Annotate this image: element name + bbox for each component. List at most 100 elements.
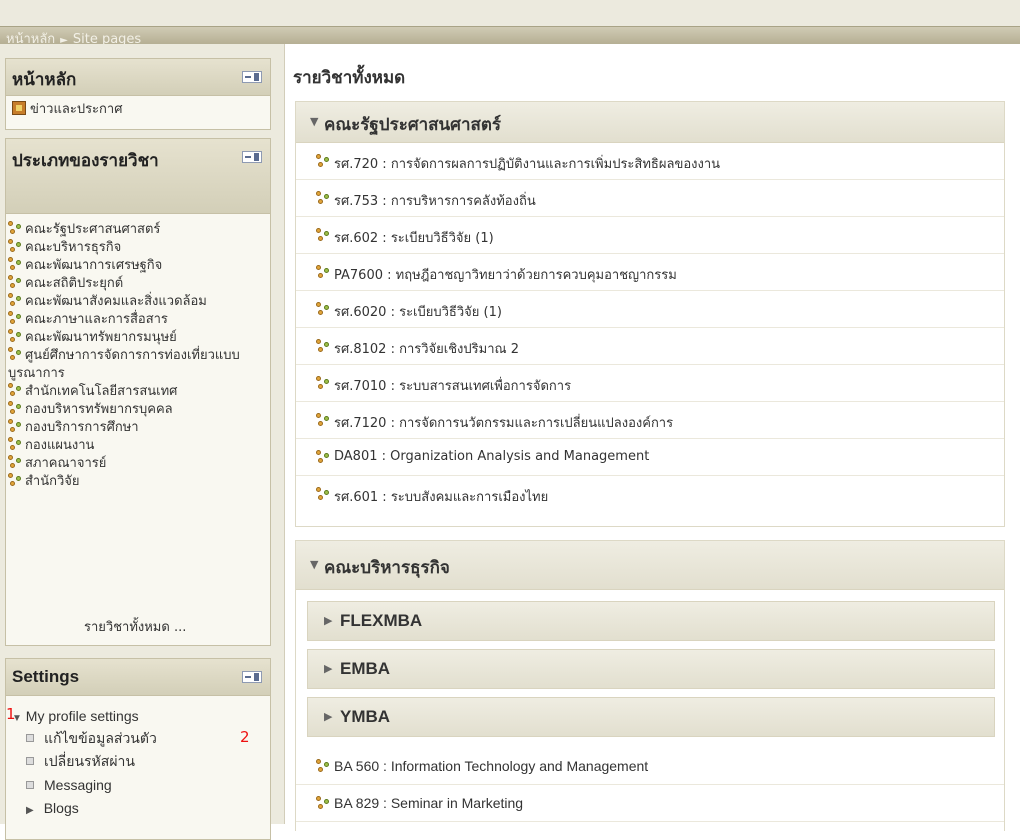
messaging-link[interactable]: Messaging xyxy=(26,776,112,794)
category-icon xyxy=(8,401,22,415)
collapsed-arrow-icon: ▶ xyxy=(324,614,333,627)
breadcrumb: หน้าหลัก ► Site pages xyxy=(0,26,1020,47)
category-item[interactable]: คณะภาษาและการสื่อสาร xyxy=(8,311,266,329)
category-item[interactable]: คณะพัฒนาทรัพยากรมนุษย์ xyxy=(8,329,266,347)
category-name: คณะรัฐประศาสนศาสตร์ xyxy=(324,115,502,135)
category-item[interactable]: คณะพัฒนาการเศรษฐกิจ xyxy=(8,257,266,275)
settings-title: Settings xyxy=(12,667,80,686)
change-password-link[interactable]: เปลี่ยนรหัสผ่าน xyxy=(26,753,135,771)
categories-header: ประเภทของรายวิชา xyxy=(6,139,270,214)
collapsed-arrow-icon: ▶ xyxy=(324,662,333,675)
category-item[interactable]: ศูนย์ศึกษาการจัดการการท่องเที่ยวแบบบูรณา… xyxy=(8,347,266,383)
course-row[interactable]: รศ.601 : ระบบสังคมและการเมืองไทย xyxy=(296,476,1004,512)
categories-title: ประเภทของรายวิชา xyxy=(12,151,159,171)
settings-header: Settings xyxy=(6,659,270,696)
main-menu-title: หน้าหลัก xyxy=(12,70,77,90)
course-icon xyxy=(316,487,330,501)
course-row[interactable]: รศ.720 : การจัดการผลการปฏิบัติงานและการเ… xyxy=(296,143,1004,180)
course-row[interactable]: รศ.8102 : การวิจัยเชิงปริมาณ 2 xyxy=(296,328,1004,365)
category-item[interactable]: กองบริหารทรัพยากรบุคคล xyxy=(8,401,266,419)
page-title: รายวิชาทั้งหมด xyxy=(293,68,406,88)
category-icon xyxy=(8,455,22,469)
collapsed-arrow-icon: ▶ xyxy=(26,805,34,816)
course-link[interactable]: รศ.753 : การบริหารการคลังท้องถิ่น xyxy=(334,190,536,211)
blogs-link[interactable]: ▶ Blogs xyxy=(26,799,79,820)
course-row[interactable]: BA 829 : Seminar in Marketing xyxy=(296,785,1004,822)
course-icon xyxy=(316,376,330,390)
course-row[interactable]: PA7600 : ทฤษฎีอาชญาวิทยาว่าด้วยการควบคุม… xyxy=(296,254,1004,291)
annotation-1: 1 xyxy=(6,705,16,723)
category-icon xyxy=(8,257,22,271)
course-link[interactable]: รศ.6020 : ระเบียบวิธีวิจัย (1) xyxy=(334,301,502,322)
subcategory-name: FLEXMBA xyxy=(340,611,423,630)
news-icon xyxy=(12,101,26,115)
course-icon xyxy=(316,450,330,464)
category-icon xyxy=(8,383,22,397)
course-link[interactable]: BA 829 : Seminar in Marketing xyxy=(334,795,523,811)
left-sidebar: หน้าหลัก ข่าวและประกาศ ประเภทของรายวิชา … xyxy=(0,44,285,840)
category-icon xyxy=(8,437,22,451)
course-icon xyxy=(316,154,330,168)
course-row[interactable]: รศ.602 : ระเบียบวิธีวิจัย (1) xyxy=(296,217,1004,254)
course-row[interactable]: รศ.7010 : ระบบสารสนเทศเพื่อการจัดการ xyxy=(296,365,1004,402)
bullet-icon xyxy=(26,781,34,789)
dock-icon[interactable] xyxy=(242,671,262,683)
category-header[interactable]: ▼ คณะรัฐประศาสนศาสตร์ xyxy=(296,102,1004,143)
course-link[interactable]: BA 560 : Information Technology and Mana… xyxy=(334,758,648,774)
category-item[interactable]: คณะบริหารธุรกิจ xyxy=(8,239,266,257)
course-icon xyxy=(316,302,330,316)
category-item[interactable]: สำนักวิจัย xyxy=(8,473,266,491)
category-icon xyxy=(8,419,22,433)
category-item[interactable]: กองแผนงาน xyxy=(8,437,266,455)
my-profile-settings[interactable]: ▼ My profile settings xyxy=(12,707,139,728)
course-row[interactable]: รศ.7120 : การจัดการนวัตกรรมและการเปลี่ยน… xyxy=(296,402,1004,439)
category-item[interactable]: สำนักเทคโนโลยีสารสนเทศ xyxy=(8,383,266,401)
subcategory-header[interactable]: ▶ FLEXMBA xyxy=(307,601,995,641)
news-link[interactable]: ข่าวและประกาศ xyxy=(12,101,122,119)
bullet-icon xyxy=(26,757,34,765)
course-row[interactable]: BA 560 : Information Technology and Mana… xyxy=(296,748,1004,785)
course-link[interactable]: รศ.601 : ระบบสังคมและการเมืองไทย xyxy=(334,486,548,507)
course-row[interactable]: รศ.6020 : ระเบียบวิธีวิจัย (1) xyxy=(296,291,1004,328)
subcategory-header[interactable]: ▶ YMBA xyxy=(307,697,995,737)
course-link[interactable]: รศ.602 : ระเบียบวิธีวิจัย (1) xyxy=(334,227,494,248)
category-icon xyxy=(8,239,22,253)
category-list: คณะรัฐประศาสนศาสตร์ คณะบริหารธุรกิจ คณะพ… xyxy=(8,221,266,491)
course-link[interactable]: PA7600 : ทฤษฎีอาชญาวิทยาว่าด้วยการควบคุม… xyxy=(334,264,677,285)
course-link[interactable]: รศ.8102 : การวิจัยเชิงปริมาณ 2 xyxy=(334,338,519,359)
category-course-list: BA 560 : Information Technology and Mana… xyxy=(296,748,1004,822)
course-icon xyxy=(316,413,330,427)
category-icon xyxy=(8,347,22,361)
category-item[interactable]: กองบริการการศึกษา xyxy=(8,419,266,437)
category-icon xyxy=(8,221,22,235)
course-row[interactable]: รศ.753 : การบริหารการคลังท้องถิ่น xyxy=(296,180,1004,217)
subcategory-name: EMBA xyxy=(340,659,391,678)
course-icon xyxy=(316,796,330,810)
collapsed-arrow-icon: ▶ xyxy=(324,710,333,723)
dock-icon[interactable] xyxy=(242,71,262,83)
category-item[interactable]: สภาคณาจารย์ xyxy=(8,455,266,473)
category-item[interactable]: คณะพัฒนาสังคมและสิ่งแวดล้อม xyxy=(8,293,266,311)
edit-profile-link[interactable]: แก้ไขข้อมูลส่วนตัว xyxy=(26,730,157,748)
all-courses-link[interactable]: รายวิชาทั้งหมด ... xyxy=(84,619,186,637)
category-item[interactable]: คณะสถิติประยุกต์ xyxy=(8,275,266,293)
course-link[interactable]: DA801 : Organization Analysis and Manage… xyxy=(334,449,649,464)
dock-icon[interactable] xyxy=(242,151,262,163)
course-icon xyxy=(316,228,330,242)
category-section: ▼ คณะรัฐประศาสนศาสตร์ รศ.720 : การจัดการ… xyxy=(295,101,1005,527)
main-menu-header: หน้าหลัก xyxy=(6,59,270,96)
main-menu-block: หน้าหลัก ข่าวและประกาศ xyxy=(5,58,271,130)
category-icon xyxy=(8,473,22,487)
category-icon xyxy=(8,275,22,289)
category-icon xyxy=(8,311,22,325)
expanded-arrow-icon: ▼ xyxy=(310,115,319,128)
course-row[interactable]: DA801 : Organization Analysis and Manage… xyxy=(296,439,1004,476)
category-item[interactable]: คณะรัฐประศาสนศาสตร์ xyxy=(8,221,266,239)
course-link[interactable]: รศ.7120 : การจัดการนวัตกรรมและการเปลี่ยน… xyxy=(334,412,673,433)
subcategory-name: YMBA xyxy=(340,707,391,726)
course-link[interactable]: รศ.7010 : ระบบสารสนเทศเพื่อการจัดการ xyxy=(334,375,571,396)
expanded-arrow-icon: ▼ xyxy=(310,558,319,571)
category-header[interactable]: ▼ คณะบริหารธุรกิจ xyxy=(296,541,1004,590)
course-link[interactable]: รศ.720 : การจัดการผลการปฏิบัติงานและการเ… xyxy=(334,153,720,174)
subcategory-header[interactable]: ▶ EMBA xyxy=(307,649,995,689)
